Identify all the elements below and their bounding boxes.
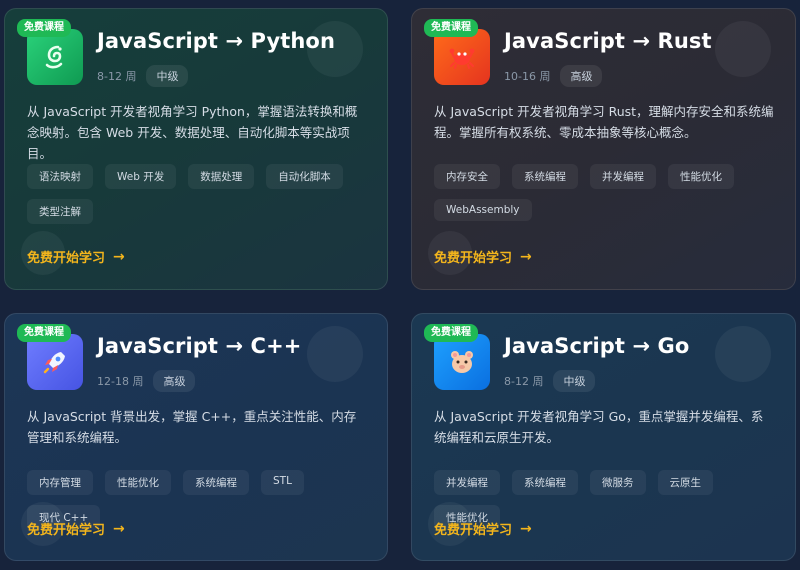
course-grid: 免费课程 JavaScript → Python 8-12 周 中级 从 Jav… bbox=[0, 0, 800, 570]
course-tag: 内存管理 bbox=[27, 470, 93, 495]
course-tag: Web 开发 bbox=[105, 164, 177, 189]
rocket-icon bbox=[27, 334, 83, 390]
course-tag: 系统编程 bbox=[183, 470, 249, 495]
free-course-badge: 免费课程 bbox=[17, 19, 71, 37]
start-learning-link[interactable]: 免费开始学习 → bbox=[434, 247, 532, 267]
free-course-badge: 免费课程 bbox=[424, 324, 478, 342]
course-meta: 10-16 周 高级 bbox=[504, 65, 603, 87]
course-card-cpp[interactable]: 免费课程 JavaScript → C++ 12-18 周 高级 从 JavaS… bbox=[4, 313, 388, 561]
course-tag: 系统编程 bbox=[512, 470, 578, 495]
start-learning-link[interactable]: 免费开始学习 → bbox=[434, 519, 532, 539]
course-description: 从 JavaScript 背景出发，掌握 C++，重点关注性能、内存管理和系统编… bbox=[27, 409, 357, 445]
start-learning-link[interactable]: 免费开始学习 → bbox=[27, 519, 125, 539]
course-tags: 内存安全 系统编程 并发编程 性能优化 WebAssembly bbox=[434, 164, 780, 221]
start-learning-label: 免费开始学习 bbox=[27, 523, 106, 538]
course-tag: STL bbox=[261, 470, 304, 495]
course-title: JavaScript → Rust bbox=[504, 29, 712, 53]
course-card-rust[interactable]: 免费课程 JavaScript → Rust 10-16 周 高级 从 Java… bbox=[411, 8, 796, 290]
course-tag: 并发编程 bbox=[590, 164, 656, 189]
course-tag: 性能优化 bbox=[668, 164, 734, 189]
arrow-right-icon: → bbox=[113, 520, 125, 537]
course-tag: 云原生 bbox=[657, 470, 713, 495]
crab-icon bbox=[434, 29, 490, 85]
course-duration: 8-12 周 bbox=[97, 70, 137, 83]
decorative-circle bbox=[307, 326, 363, 382]
course-duration: 10-16 周 bbox=[504, 70, 551, 83]
course-duration: 12-18 周 bbox=[97, 375, 144, 388]
course-tag: 内存安全 bbox=[434, 164, 500, 189]
course-level: 中级 bbox=[146, 65, 189, 87]
course-tag: WebAssembly bbox=[434, 199, 532, 221]
course-card-python[interactable]: 免费课程 JavaScript → Python 8-12 周 中级 从 Jav… bbox=[4, 8, 388, 290]
arrow-right-icon: → bbox=[113, 248, 125, 265]
course-tag: 微服务 bbox=[590, 470, 646, 495]
course-title: JavaScript → Go bbox=[504, 334, 690, 358]
course-tag: 性能优化 bbox=[105, 470, 171, 495]
course-meta: 8-12 周 中级 bbox=[97, 65, 189, 87]
start-learning-label: 免费开始学习 bbox=[27, 251, 106, 266]
decorative-circle bbox=[715, 21, 771, 77]
gopher-icon bbox=[434, 334, 490, 390]
python-icon bbox=[27, 29, 83, 85]
course-description: 从 JavaScript 开发者视角学习 Go，重点掌握并发编程、系统编程和云原… bbox=[434, 409, 764, 445]
course-tag: 语法映射 bbox=[27, 164, 93, 189]
course-tags: 语法映射 Web 开发 数据处理 自动化脚本 类型注解 bbox=[27, 164, 373, 224]
course-tag: 自动化脚本 bbox=[266, 164, 343, 189]
course-level: 高级 bbox=[560, 65, 603, 87]
course-level: 中级 bbox=[553, 370, 596, 392]
course-title: JavaScript → C++ bbox=[97, 334, 302, 358]
arrow-right-icon: → bbox=[520, 520, 532, 537]
course-description: 从 JavaScript 开发者视角学习 Python，掌握语法转换和概念映射。… bbox=[27, 104, 358, 161]
course-title: JavaScript → Python bbox=[97, 29, 335, 53]
course-duration: 8-12 周 bbox=[504, 375, 544, 388]
course-meta: 8-12 周 中级 bbox=[504, 370, 596, 392]
course-tag: 类型注解 bbox=[27, 199, 93, 224]
course-card-go[interactable]: 免费课程 JavaScript → Go 8-12 周 中级 从 JavaScr… bbox=[411, 313, 796, 561]
course-tag: 数据处理 bbox=[188, 164, 255, 189]
course-description: 从 JavaScript 开发者视角学习 Rust，理解内存安全和系统编程。掌握… bbox=[434, 104, 774, 140]
course-level: 高级 bbox=[153, 370, 196, 392]
arrow-right-icon: → bbox=[520, 248, 532, 265]
decorative-circle bbox=[715, 326, 771, 382]
course-meta: 12-18 周 高级 bbox=[97, 370, 196, 392]
start-learning-label: 免费开始学习 bbox=[434, 251, 513, 266]
course-tag: 系统编程 bbox=[512, 164, 578, 189]
free-course-badge: 免费课程 bbox=[17, 324, 71, 342]
start-learning-label: 免费开始学习 bbox=[434, 523, 513, 538]
free-course-badge: 免费课程 bbox=[424, 19, 478, 37]
start-learning-link[interactable]: 免费开始学习 → bbox=[27, 247, 125, 267]
course-tag: 并发编程 bbox=[434, 470, 500, 495]
